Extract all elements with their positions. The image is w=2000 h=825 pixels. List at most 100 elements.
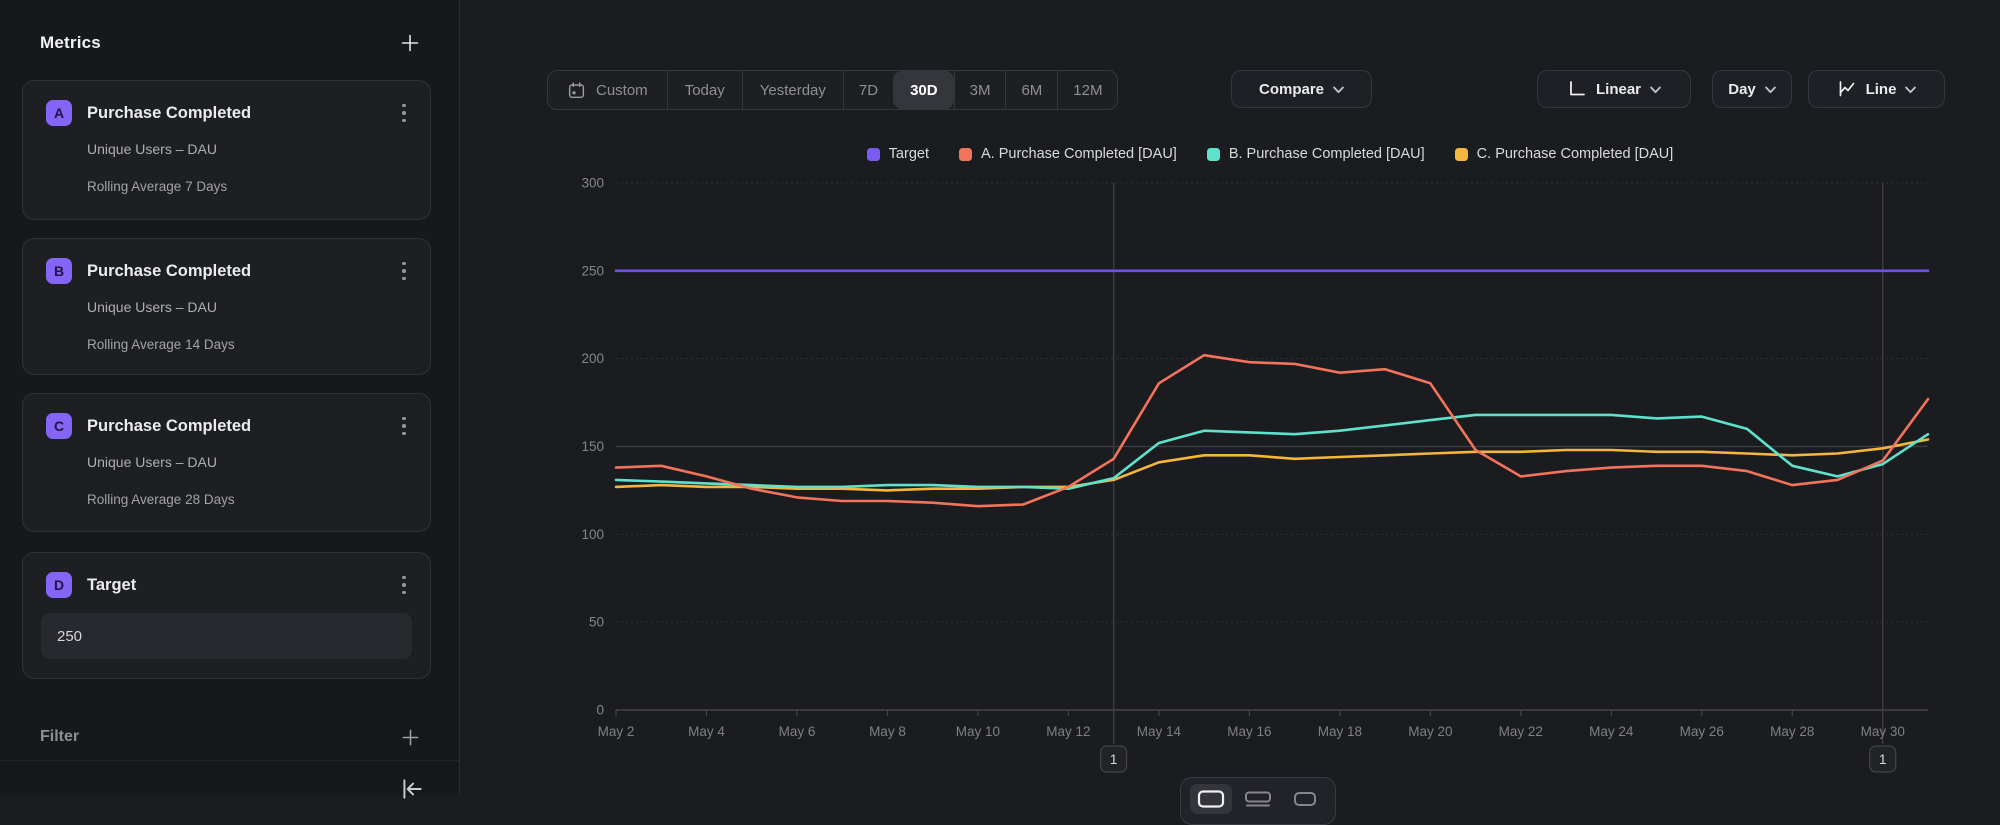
metric-menu-button[interactable]: [392, 99, 416, 127]
chart-size-large-button[interactable]: [1190, 784, 1232, 814]
x-axis-tick-label: May 28: [1770, 724, 1814, 739]
add-filter-button[interactable]: [397, 724, 423, 750]
annotation-badge[interactable]: 1: [1101, 746, 1127, 772]
x-axis-tick-label: May 12: [1046, 724, 1090, 739]
calendar-icon: [567, 81, 586, 100]
legend-label: B. Purchase Completed [DAU]: [1229, 146, 1425, 162]
metric-badge-d: D: [46, 572, 72, 598]
chart-type-select-button[interactable]: Line: [1808, 70, 1945, 108]
chevron-down-icon: [1765, 86, 1776, 94]
metric-name: Purchase Completed: [87, 104, 251, 123]
metrics-chart[interactable]: 050100150200250300May 2May 4May 6May 8Ma…: [560, 170, 1980, 796]
plus-icon: [401, 728, 420, 747]
filter-section: Filter: [40, 724, 423, 750]
x-axis-tick-label: May 22: [1499, 724, 1543, 739]
range-12m[interactable]: 12M: [1057, 71, 1117, 109]
target-title: Target: [87, 576, 136, 595]
range-yesterday[interactable]: Yesterday: [742, 71, 843, 109]
metric-rollup: Rolling Average 7 Days: [87, 179, 227, 194]
range-label: 12M: [1073, 82, 1102, 99]
svg-text:1: 1: [1879, 752, 1887, 767]
metric-card-c[interactable]: C Purchase Completed Unique Users – DAU …: [22, 393, 431, 532]
metric-badge-a: A: [46, 100, 72, 126]
metric-rollup: Rolling Average 14 Days: [87, 337, 235, 352]
y-axis-tick-label: 200: [581, 351, 604, 366]
legend-item-target[interactable]: Target: [867, 146, 929, 162]
y-axis-tick-label: 150: [581, 439, 604, 454]
range-label: 6M: [1021, 82, 1042, 99]
x-axis-tick-label: May 30: [1861, 724, 1905, 739]
x-axis-tick-label: May 20: [1408, 724, 1452, 739]
compare-label: Compare: [1259, 81, 1324, 98]
y-axis-tick-label: 0: [596, 703, 604, 718]
metric-card-a[interactable]: A Purchase Completed Unique Users – DAU …: [22, 80, 431, 220]
x-axis-tick-label: May 24: [1589, 724, 1634, 739]
svg-text:1: 1: [1110, 752, 1118, 767]
plus-icon: [400, 33, 420, 53]
target-menu-button[interactable]: [392, 571, 416, 599]
sidebar-title: Metrics: [40, 33, 101, 53]
scale-select-button[interactable]: Linear: [1537, 70, 1691, 108]
metric-menu-button[interactable]: [392, 412, 416, 440]
chart-size-medium-button[interactable]: [1237, 784, 1279, 814]
metric-rollup: Rolling Average 28 Days: [87, 492, 235, 507]
granularity-select-button[interactable]: Day: [1712, 70, 1792, 108]
chevron-down-icon: [1905, 86, 1916, 94]
y-axis-tick-label: 250: [581, 263, 604, 278]
x-axis-tick-label: May 26: [1680, 724, 1724, 739]
x-axis-tick-label: May 10: [956, 724, 1000, 739]
range-label: 30D: [910, 82, 938, 99]
metric-name: Purchase Completed: [87, 262, 251, 281]
range-30d[interactable]: 30D: [893, 71, 954, 109]
chart-size-small-button[interactable]: [1284, 784, 1326, 814]
y-axis-tick-label: 50: [589, 615, 604, 630]
metric-card-b[interactable]: B Purchase Completed Unique Users – DAU …: [22, 238, 431, 375]
range-label: 3M: [970, 82, 991, 99]
chevron-down-icon: [1333, 86, 1344, 94]
x-axis-tick-label: May 8: [869, 724, 906, 739]
target-card[interactable]: D Target: [22, 552, 431, 679]
series-line-c: [616, 440, 1928, 491]
range-3m[interactable]: 3M: [954, 71, 1006, 109]
collapse-sidebar-button[interactable]: [399, 776, 427, 804]
line-chart-canvas[interactable]: 050100150200250300May 2May 4May 6May 8Ma…: [560, 170, 1980, 796]
legend-item-b[interactable]: B. Purchase Completed [DAU]: [1207, 146, 1425, 162]
collapse-panel-icon: [399, 776, 425, 802]
metric-name: Purchase Completed: [87, 417, 251, 436]
linear-scale-icon: [1567, 79, 1587, 99]
chart-size-small-icon: [1290, 789, 1320, 809]
legend-item-c[interactable]: C. Purchase Completed [DAU]: [1455, 146, 1674, 162]
add-metric-button[interactable]: [397, 30, 423, 56]
chevron-down-icon: [1650, 86, 1661, 94]
x-axis-tick-label: May 4: [688, 724, 725, 739]
legend-item-a[interactable]: A. Purchase Completed [DAU]: [959, 146, 1177, 162]
y-axis-tick-label: 100: [581, 527, 604, 542]
scale-label: Linear: [1596, 81, 1641, 98]
target-value-input[interactable]: [41, 613, 412, 659]
x-axis-tick-label: May 18: [1318, 724, 1362, 739]
range-6m[interactable]: 6M: [1005, 71, 1057, 109]
compare-button[interactable]: Compare: [1231, 70, 1372, 108]
range-custom[interactable]: Custom: [548, 71, 667, 109]
date-range-segmented-control: Custom Today Yesterday 7D 30D 3M 6M 12M: [547, 70, 1118, 110]
metrics-sidebar: Metrics A Purchase Completed Unique User…: [0, 0, 460, 796]
x-axis-tick-label: May 2: [598, 724, 635, 739]
legend-swatch: [1455, 148, 1468, 161]
legend-label: C. Purchase Completed [DAU]: [1477, 146, 1674, 162]
legend-label: Target: [889, 146, 929, 162]
chart-type-label: Line: [1866, 81, 1897, 98]
chart-size-control: [1180, 777, 1336, 825]
legend-swatch: [867, 148, 880, 161]
metric-badge-c: C: [46, 413, 72, 439]
chart-size-large-icon: [1196, 789, 1226, 809]
range-7d[interactable]: 7D: [843, 71, 893, 109]
range-label: 7D: [859, 82, 878, 99]
metric-menu-button[interactable]: [392, 257, 416, 285]
x-axis-tick-label: May 14: [1137, 724, 1182, 739]
sidebar-header: Metrics: [40, 30, 423, 56]
range-today[interactable]: Today: [667, 71, 742, 109]
metric-type: Unique Users – DAU: [87, 141, 217, 157]
annotation-badge[interactable]: 1: [1870, 746, 1896, 772]
metric-type: Unique Users – DAU: [87, 454, 217, 470]
line-chart-icon: [1837, 79, 1857, 99]
